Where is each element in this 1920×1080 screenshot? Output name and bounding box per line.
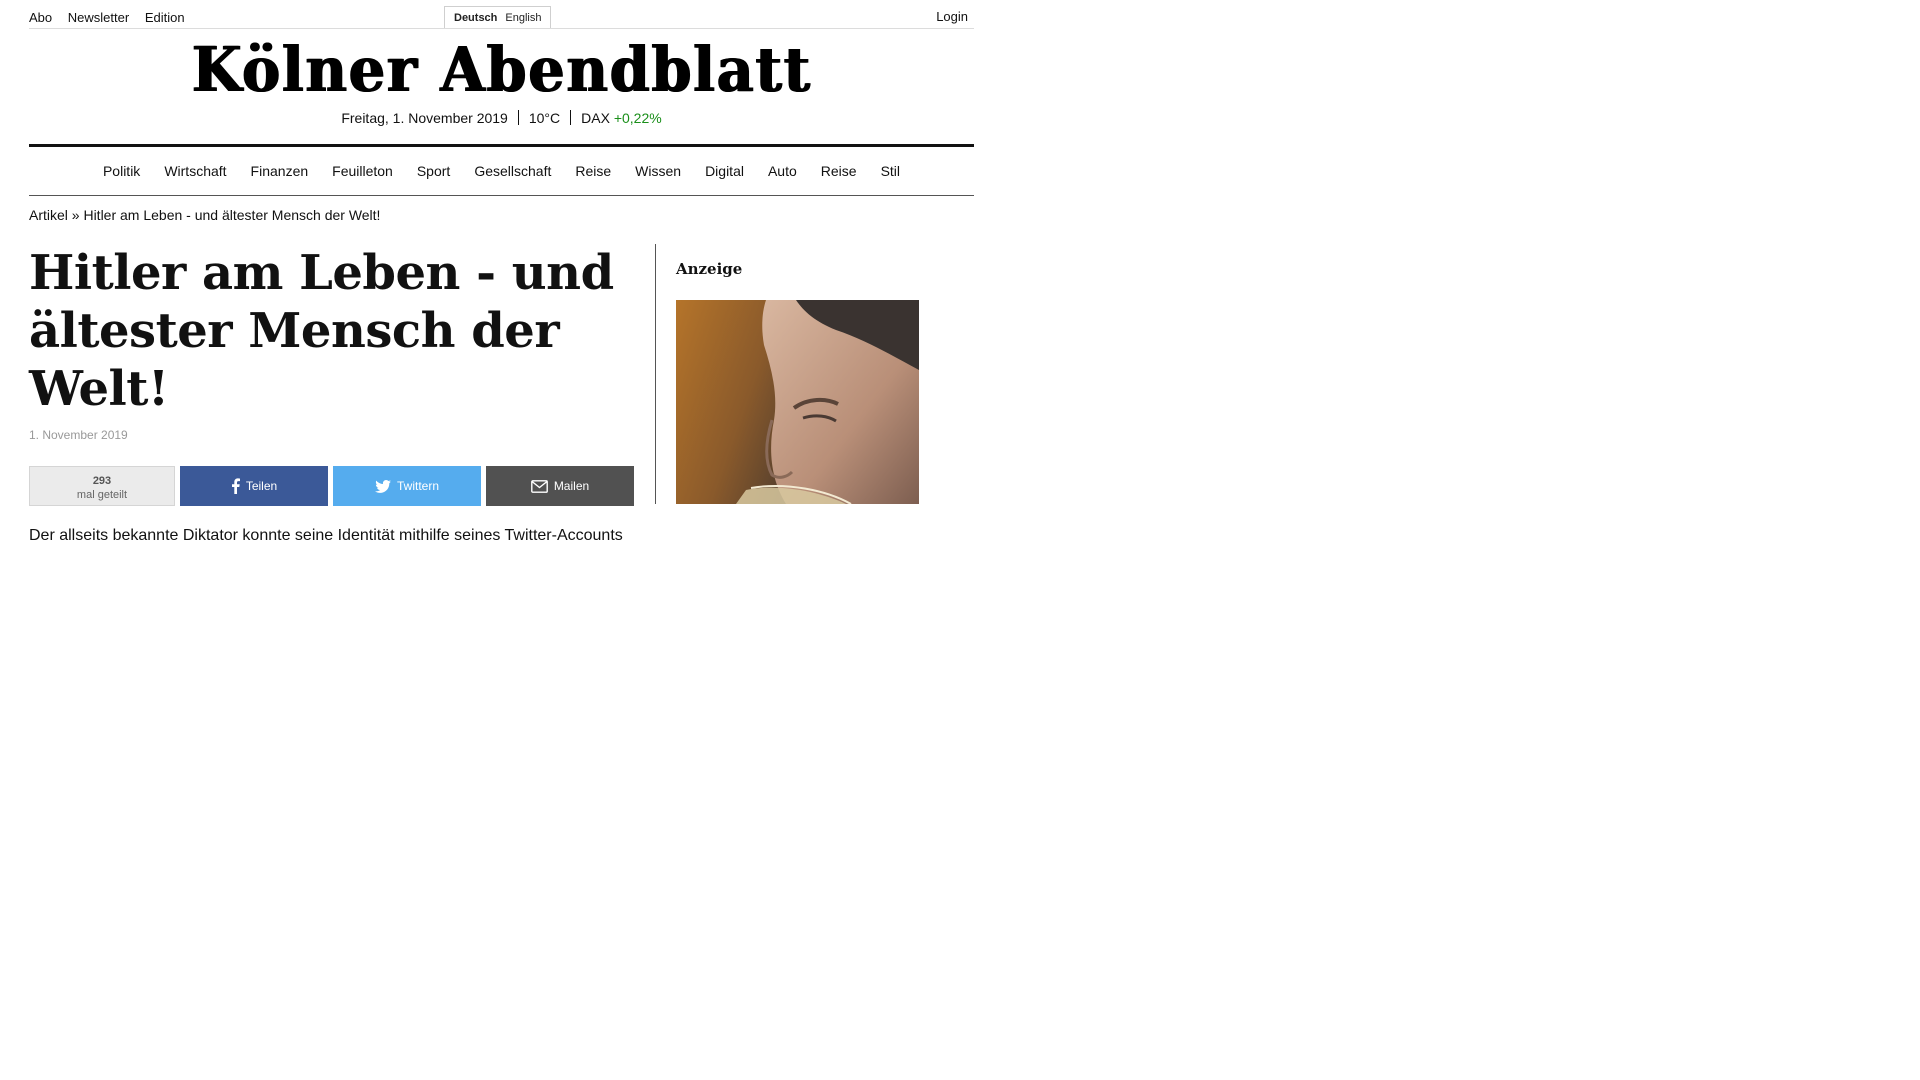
language-english[interactable]: English [505, 12, 541, 24]
dax-label: DAX [581, 110, 610, 126]
twitter-share-button[interactable]: Twittern [333, 466, 481, 506]
facebook-share-button[interactable]: Teilen [180, 466, 328, 506]
nav-item-wissen[interactable]: Wissen [635, 163, 681, 179]
nav-item-finanzen[interactable]: Finanzen [251, 163, 309, 179]
top-bar: Abo Newsletter Edition Deutsch English L… [29, 0, 974, 29]
twitter-icon [374, 479, 391, 493]
masthead: Kölner Abendblatt Freitag, 1. November 2… [29, 34, 974, 127]
nav-item-politik[interactable]: Politik [103, 163, 140, 179]
nav-item-auto[interactable]: Auto [768, 163, 797, 179]
dax-change: +0,22% [613, 110, 662, 126]
article: Hitler am Leben - und ältester Mensch de… [29, 244, 636, 543]
man-drinking-photo [676, 300, 919, 504]
mail-share-button[interactable]: Mailen [486, 466, 634, 506]
login-link[interactable]: Login [936, 9, 968, 24]
nav-item-sport[interactable]: Sport [417, 163, 450, 179]
temperature: 10°C [528, 110, 561, 126]
facebook-share-label: Teilen [245, 479, 278, 493]
mail-share-label: Mailen [553, 479, 590, 493]
divider [517, 110, 519, 125]
article-date: 1. November 2019 [29, 428, 128, 442]
share-count-number: 293 [92, 475, 112, 487]
divider [570, 110, 572, 125]
newspaper-logo[interactable]: Kölner Abendblatt [192, 34, 812, 106]
nav-item-digital[interactable]: Digital [705, 163, 744, 179]
abo-link[interactable]: Abo [29, 10, 52, 25]
top-links: Abo Newsletter Edition [29, 10, 197, 25]
article-lead: Der allseits bekannte Diktator konnte se… [29, 527, 623, 543]
breadcrumb[interactable]: Artikel » Hitler am Leben - und ältester… [29, 207, 380, 223]
share-count-label: mal geteilt [76, 489, 128, 501]
nav-item-reise-2[interactable]: Reise [821, 163, 857, 179]
ad-image[interactable] [676, 300, 919, 504]
share-count: 293 mal geteilt [29, 466, 175, 506]
newsletter-link[interactable]: Newsletter [68, 10, 129, 25]
nav-item-stil[interactable]: Stil [881, 163, 900, 179]
language-switcher: Deutsch English [444, 6, 552, 28]
info-line: Freitag, 1. November 2019 10°C DAX +0,22% [29, 110, 974, 126]
ad-label: Anzeige [676, 260, 743, 278]
article-headline: Hitler am Leben - und ältester Mensch de… [29, 245, 614, 417]
envelope-icon [530, 479, 548, 493]
share-bar: 293 mal geteilt Teilen Twittern Mailen [29, 466, 636, 506]
nav-item-gesellschaft[interactable]: Gesellschaft [474, 163, 551, 179]
article-lead-container: Der allseits bekannte Diktator konnte se… [29, 506, 636, 543]
nav-item-wirtschaft[interactable]: Wirtschaft [164, 163, 226, 179]
language-deutsch[interactable]: Deutsch [454, 12, 497, 24]
twitter-share-label: Twittern [396, 479, 439, 493]
main-navigation: Politik Wirtschaft Finanzen Feuilleton S… [29, 144, 974, 196]
page: Abo Newsletter Edition Deutsch English L… [0, 0, 1920, 1080]
sidebar: Anzeige [655, 244, 974, 504]
facebook-icon [231, 478, 240, 494]
current-date: Freitag, 1. November 2019 [341, 110, 508, 126]
nav-item-feuilleton[interactable]: Feuilleton [332, 163, 393, 179]
nav-item-reise[interactable]: Reise [575, 163, 611, 179]
edition-link[interactable]: Edition [145, 10, 185, 25]
